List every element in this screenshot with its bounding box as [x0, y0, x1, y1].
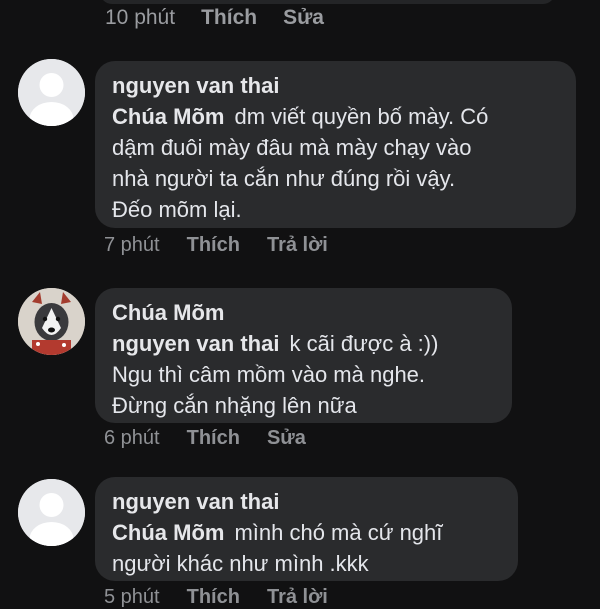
comment-bubble: nguyen van thai Chúa Mõm mình chó mà cứ n… [95, 477, 518, 581]
default-avatar-icon [18, 479, 85, 546]
comment-author[interactable]: nguyen van thai [112, 487, 500, 517]
comment-actions: 7 phút Thích Trả lời [104, 234, 355, 257]
comment-line: nhà người ta cắn như đúng rồi vậy. [112, 166, 456, 191]
edit-button[interactable]: Sửa [283, 6, 324, 30]
comment-line: Ngu thì câm mồm vào mà nghe. [112, 362, 426, 387]
like-button[interactable]: Thích [187, 586, 240, 609]
comment-bubble: Chúa Mõm nguyen van thai k cãi được à :))… [95, 288, 512, 423]
previous-comment-actions: 10 phút Thích Sửa [105, 6, 324, 30]
comment-author[interactable]: nguyen van thai [112, 71, 558, 101]
like-button[interactable]: Thích [201, 6, 257, 30]
comment-text: Chúa Mõm dm viết quyền bố mày. Có dậm đuô… [112, 101, 558, 225]
avatar[interactable] [18, 479, 85, 546]
edit-button[interactable]: Sửa [267, 427, 306, 450]
comment-line: dậm đuôi mày đâu mà mày chạy vào [112, 135, 472, 160]
comment-time: 6 phút [104, 427, 160, 449]
husky-avatar-icon [18, 288, 85, 355]
comment-line: mình chó mà cứ nghĩ [234, 520, 443, 545]
comment-author[interactable]: Chúa Mõm [112, 298, 494, 328]
comment-line: Đếo mõm lại. [112, 197, 242, 222]
comment-line: người khác như mình .kkk [112, 551, 369, 576]
previous-comment-bubble [100, 0, 555, 4]
mention-tag[interactable]: Chúa Mõm [112, 104, 224, 129]
comment-text: nguyen van thai k cãi được à :)) Ngu thì … [112, 328, 494, 421]
comment-bubble: nguyen van thai Chúa Mõm dm viết quyền bố… [95, 61, 576, 228]
avatar[interactable] [18, 288, 85, 355]
comment-line: k cãi được à :)) [289, 331, 439, 356]
reply-button[interactable]: Trả lời [267, 234, 328, 257]
like-button[interactable]: Thích [187, 427, 240, 450]
comment-time: 10 phút [105, 6, 176, 29]
reply-button[interactable]: Trả lời [267, 586, 328, 609]
comment-actions: 6 phút Thích Sửa [104, 427, 333, 450]
comment-time: 5 phút [104, 586, 160, 608]
like-button[interactable]: Thích [187, 234, 240, 257]
comment-time: 7 phút [104, 234, 160, 256]
comment-line: dm viết quyền bố mày. Có [234, 104, 489, 129]
default-avatar-icon [18, 59, 85, 126]
avatar[interactable] [18, 59, 85, 126]
comment-line: Đừng cắn nhặng lên nữa [112, 393, 357, 418]
comment-text: Chúa Mõm mình chó mà cứ nghĩ người khác n… [112, 517, 500, 579]
comment-actions: 5 phút Thích Trả lời [104, 586, 355, 609]
mention-tag[interactable]: nguyen van thai [112, 331, 279, 356]
mention-tag[interactable]: Chúa Mõm [112, 520, 224, 545]
